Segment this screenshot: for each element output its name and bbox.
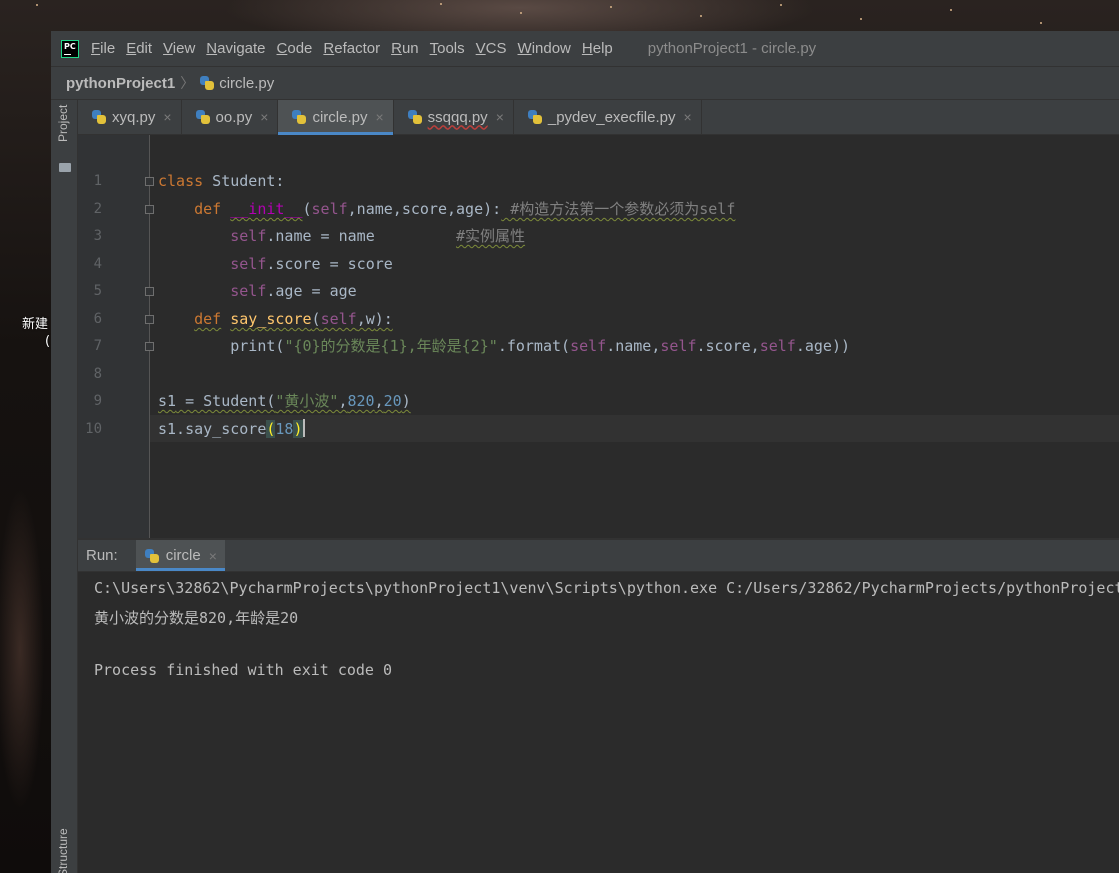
line-number: 3	[93, 228, 102, 244]
menu-vcs[interactable]: VCS	[476, 40, 507, 57]
close-icon[interactable]: ×	[260, 109, 268, 125]
console-line: Process finished with exit code 0	[94, 661, 393, 679]
code-line: class Student:	[158, 172, 285, 190]
tab-label: ssqqq.py	[427, 108, 488, 126]
close-icon[interactable]: ×	[163, 109, 171, 125]
desktop-spark	[780, 4, 782, 6]
text-caret	[302, 419, 305, 437]
line-number-gutter: 1 2 3 4 5 6 7 8 9 10	[78, 135, 150, 538]
line-number: 8	[93, 366, 102, 382]
code-line: self.score = score	[230, 255, 393, 273]
python-file-icon	[195, 109, 211, 125]
ide-window: PC File Edit View Navigate Code Refactor…	[51, 31, 1119, 873]
menu-code[interactable]: Code	[277, 40, 313, 57]
tab-ssqqq[interactable]: ssqqq.py ×	[394, 100, 514, 134]
project-tool-tab[interactable]: Project	[56, 105, 70, 142]
desktop-spark	[700, 15, 702, 17]
code-line: self.name = name #实例属性	[230, 227, 526, 245]
python-lock-file-icon	[527, 109, 543, 125]
close-icon[interactable]: ×	[683, 109, 691, 125]
code-line: def __init__(self,name,score,age): #构造方法…	[194, 200, 736, 218]
run-console[interactable]: C:\Users\32862\PycharmProjects\pythonPro…	[78, 572, 1119, 873]
desktop-spark	[520, 12, 522, 14]
close-icon[interactable]: ×	[209, 548, 217, 564]
tab-xyq[interactable]: xyq.py ×	[78, 100, 182, 134]
code-line: def say_score(self,w):	[194, 310, 393, 328]
code-editor[interactable]: 1 2 3 4 5 6 7 8 9 10 class Student: def …	[78, 135, 1119, 538]
desktop-icon-label[interactable]: 新建	[22, 313, 48, 332]
close-icon[interactable]: ×	[496, 109, 504, 125]
tab-label: circle.py	[312, 108, 368, 126]
line-number: 9	[93, 393, 102, 409]
fold-marker-icon[interactable]	[145, 315, 154, 324]
line-number: 1	[93, 173, 102, 189]
menu-edit[interactable]: Edit	[126, 40, 152, 57]
code-line: print("{0}的分数是{1},年龄是{2}".format(self.na…	[230, 337, 851, 355]
desktop-spark	[610, 6, 612, 8]
desktop-spark	[860, 18, 862, 20]
menu-bar: PC File Edit View Navigate Code Refactor…	[51, 31, 1119, 66]
breadcrumb-chevron-icon: 〉	[180, 76, 195, 92]
structure-tool-tab[interactable]: Structure	[56, 828, 70, 873]
tab-pydev-execfile[interactable]: _pydev_execfile.py ×	[514, 100, 702, 134]
line-number: 4	[93, 256, 102, 272]
code-line: s1.say_score(18)	[158, 419, 305, 438]
window-title: pythonProject1 - circle.py	[647, 40, 817, 57]
menu-window[interactable]: Window	[518, 40, 571, 57]
fold-marker-icon[interactable]	[145, 342, 154, 351]
menu-refactor[interactable]: Refactor	[323, 40, 380, 57]
tab-label: oo.py	[215, 108, 253, 126]
editor-tab-bar: xyq.py × oo.py × circle.py × ssqqq.py × …	[78, 100, 1119, 135]
desktop-spark	[1040, 22, 1042, 24]
menu-view[interactable]: View	[163, 40, 195, 57]
fold-marker-icon[interactable]	[145, 287, 154, 296]
tab-label: xyq.py	[112, 108, 156, 126]
line-number: 5	[93, 283, 102, 299]
close-icon[interactable]: ×	[375, 109, 383, 125]
menu-tools[interactable]: Tools	[430, 40, 465, 57]
line-number: 10	[85, 421, 102, 437]
menu-help[interactable]: Help	[582, 40, 613, 57]
console-line: C:\Users\32862\PycharmProjects\pythonPro…	[94, 579, 1119, 597]
python-file-icon	[199, 75, 215, 91]
tab-circle[interactable]: circle.py ×	[278, 100, 394, 135]
line-number: 2	[93, 201, 102, 217]
desktop-spark	[36, 4, 38, 6]
menu-navigate[interactable]: Navigate	[206, 40, 265, 57]
code-line: self.age = age	[230, 282, 357, 300]
folder-icon[interactable]	[59, 163, 71, 172]
desktop-spark	[440, 3, 442, 5]
menu-file[interactable]: File	[91, 40, 115, 57]
line-number: 7	[93, 338, 102, 354]
console-line: 黄小波的分数是820,年龄是20	[94, 609, 299, 627]
breadcrumb-file[interactable]: circle.py	[219, 75, 274, 92]
left-tool-strip: Project	[51, 100, 78, 873]
tab-label: _pydev_execfile.py	[547, 108, 676, 126]
run-panel-header: Run: circle ×	[78, 540, 1119, 572]
line-number: 6	[93, 311, 102, 327]
tab-oo[interactable]: oo.py ×	[182, 100, 279, 134]
fold-marker-icon[interactable]	[145, 177, 154, 186]
python-file-icon	[91, 109, 107, 125]
pycharm-logo-icon: PC	[61, 39, 79, 58]
python-file-icon	[144, 548, 160, 564]
run-tab-label: circle	[165, 547, 201, 564]
python-file-icon	[407, 109, 423, 125]
breadcrumb: pythonProject1 〉 circle.py	[51, 66, 1119, 100]
python-file-icon	[291, 109, 307, 125]
desktop-spark	[950, 9, 952, 11]
run-label: Run:	[86, 547, 118, 564]
menu-run[interactable]: Run	[391, 40, 419, 57]
desktop-icon-label-2: (	[45, 334, 51, 349]
breadcrumb-project[interactable]: pythonProject1	[66, 75, 175, 92]
code-line: s1 = Student("黄小波",820,20)	[158, 392, 411, 410]
fold-marker-icon[interactable]	[145, 205, 154, 214]
run-tab-circle[interactable]: circle ×	[135, 540, 226, 571]
